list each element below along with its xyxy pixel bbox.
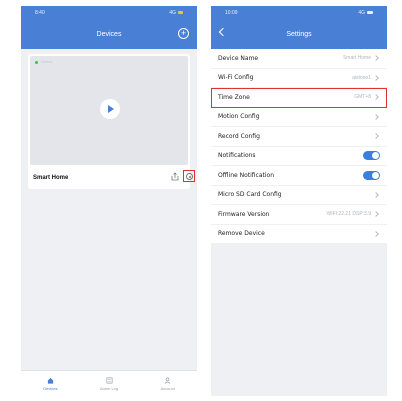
tab-label: Devices: [43, 385, 58, 391]
status-icons: 4G: [169, 10, 183, 16]
setting-time-zone[interactable]: Time Zone GMT+8: [211, 88, 387, 108]
signal-label: 4G: [358, 9, 365, 16]
user-icon: [164, 377, 171, 384]
settings-button[interactable]: [183, 170, 195, 182]
setting-label: Device Name: [218, 54, 259, 62]
play-button[interactable]: [100, 99, 120, 119]
home-icon: [47, 377, 53, 384]
chevron-right-icon: [373, 191, 379, 198]
tab-bar: Devices Alarm Log Account: [21, 370, 197, 396]
settings-screen: 10:09 4G Settings Device Name Smart Home…: [211, 6, 387, 396]
setting-firmware-version[interactable]: Firmware Version WIFI:22.21 DSP:3.9: [211, 205, 387, 225]
setting-label: Notifications: [218, 152, 256, 160]
online-status-label: Online: [41, 59, 53, 64]
tab-label: Account: [160, 385, 175, 391]
setting-notifications: Notifications: [211, 146, 387, 166]
notifications-toggle[interactable]: [363, 151, 380, 161]
nav-bar: Devices +: [21, 19, 197, 49]
online-status-dot: [35, 61, 38, 64]
setting-motion-config[interactable]: Motion Config: [211, 107, 387, 127]
status-bar: 8:40 4G: [21, 6, 197, 19]
setting-value: Smart Home: [342, 55, 371, 62]
setting-remove-device[interactable]: Remove Device: [211, 224, 387, 244]
setting-value: GMT+8: [354, 94, 371, 101]
status-bar: 10:09 4G: [211, 6, 387, 19]
status-time: 8:40: [35, 9, 45, 16]
chevron-right-icon: [373, 230, 379, 237]
page-title: Devices: [96, 30, 122, 38]
offline-notification-toggle[interactable]: [363, 170, 380, 180]
setting-value: WIFI:22.21 DSP:3.9: [326, 211, 371, 218]
chevron-right-icon: [373, 94, 379, 101]
tab-devices[interactable]: Devices: [21, 371, 80, 396]
device-name: Smart Home: [33, 175, 69, 181]
add-device-icon[interactable]: +: [178, 28, 189, 39]
chevron-right-icon: [373, 211, 379, 218]
setting-value: aistone1: [352, 74, 371, 81]
setting-label: Firmware Version: [218, 210, 270, 218]
tab-label: Alarm Log: [99, 385, 119, 391]
setting-label: Micro SD Card Config: [218, 191, 282, 199]
setting-offline-notification: Offline Notification: [211, 166, 387, 186]
setting-label: Remove Device: [218, 230, 265, 238]
video-preview[interactable]: Online: [30, 56, 188, 165]
tab-account[interactable]: Account: [138, 371, 197, 396]
battery-icon: [367, 11, 373, 14]
setting-label: Time Zone: [218, 93, 250, 101]
setting-label: Record Config: [218, 132, 260, 140]
setting-record-config[interactable]: Record Config: [211, 127, 387, 147]
setting-device-name[interactable]: Device Name Smart Home: [211, 49, 387, 69]
page-title: Settings: [286, 30, 312, 38]
setting-wifi-config[interactable]: Wi-Fi Config aistone1: [211, 68, 387, 88]
setting-label: Motion Config: [218, 113, 260, 121]
log-icon: [106, 377, 112, 383]
share-icon[interactable]: [171, 172, 179, 181]
devices-screen: 8:40 4G Devices + Online Smart Home Devi: [21, 6, 197, 396]
tab-alarm-log[interactable]: Alarm Log: [80, 371, 139, 396]
chevron-right-icon: [373, 133, 379, 140]
setting-sd-card-config[interactable]: Micro SD Card Config: [211, 185, 387, 205]
device-card[interactable]: Online Smart Home: [28, 54, 195, 189]
back-icon[interactable]: [218, 27, 228, 37]
chevron-right-icon: [373, 74, 379, 81]
signal-label: 4G: [169, 9, 176, 16]
chevron-right-icon: [373, 113, 379, 120]
setting-label: Wi-Fi Config: [218, 74, 254, 82]
settings-list: Device Name Smart Home Wi-Fi Config aist…: [211, 49, 387, 244]
gear-icon: [186, 173, 193, 180]
status-time: 10:09: [225, 9, 238, 16]
setting-label: Offline Notification: [218, 171, 275, 179]
chevron-right-icon: [373, 55, 379, 62]
nav-bar: Settings: [211, 19, 387, 49]
battery-icon: [178, 11, 183, 14]
status-icons: 4G: [358, 10, 373, 16]
